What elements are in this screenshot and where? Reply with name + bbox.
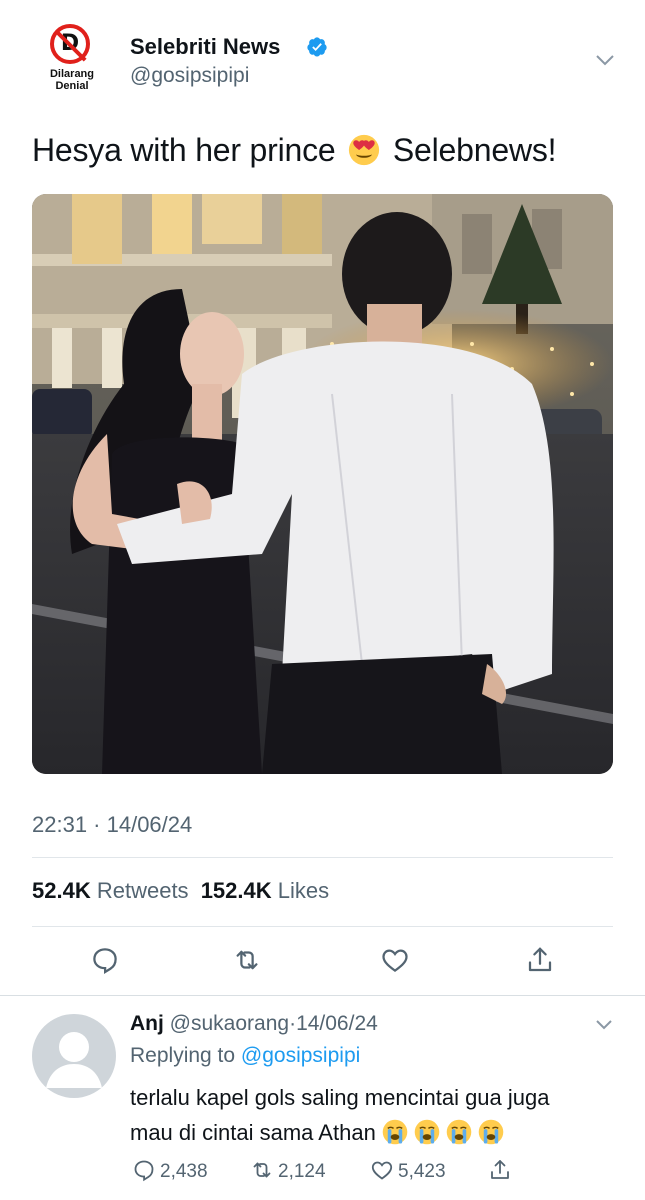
- tweet-timestamp[interactable]: 22:31 · 14/06/24: [32, 812, 192, 838]
- reply-icon: [134, 1160, 154, 1182]
- crying-face-emoji-icon: [446, 1119, 472, 1145]
- reply-text-line1: terlalu kapel gols saling mencintai gua …: [130, 1085, 550, 1110]
- reply-retweet-count: 2,124: [278, 1161, 326, 1182]
- couple-photo-illustration: [32, 194, 613, 774]
- reply-share-action[interactable]: [488, 1158, 516, 1183]
- tweet-stats: 52.4K Retweets 152.4K Likes: [32, 878, 329, 904]
- crying-face-emoji-icon: [382, 1119, 408, 1145]
- heart-eyes-emoji-icon: [349, 134, 380, 166]
- tweet-text-part1: Hesya with her prince: [32, 132, 336, 168]
- reply-like-count: 5,423: [398, 1161, 446, 1182]
- tweet-text-part2: Selebnews!: [392, 132, 557, 168]
- logo-caption-line2: Denial: [55, 80, 89, 92]
- dot-separator: ·: [289, 1012, 297, 1035]
- reply-author-handle[interactable]: @sukaorang: [170, 1012, 289, 1035]
- section-divider: [0, 995, 645, 996]
- like-icon[interactable]: [380, 945, 410, 975]
- reply-reply-action[interactable]: 2,438: [132, 1158, 208, 1183]
- tweet-text: Hesya with her prince Selebnews!: [32, 132, 557, 169]
- reply-text-line2: mau di cintai sama Athan: [130, 1120, 376, 1145]
- replying-to-link[interactable]: @gosipsipipi: [241, 1044, 360, 1067]
- default-avatar-icon: [46, 1032, 102, 1088]
- account-name[interactable]: Selebriti News: [130, 34, 280, 60]
- reply-like-action[interactable]: 5,423: [370, 1158, 446, 1183]
- reply-reply-count: 2,438: [160, 1161, 208, 1182]
- crying-face-emoji-icon: [414, 1119, 440, 1145]
- logo-caption: Dilarang Denial: [44, 68, 100, 92]
- divider: [32, 926, 613, 927]
- chevron-down-icon[interactable]: [594, 1018, 614, 1032]
- reply-date[interactable]: 14/06/24: [296, 1012, 378, 1035]
- replying-to: Replying to @gosipsipipi: [130, 1044, 360, 1068]
- crying-face-emoji-icon: [478, 1119, 504, 1145]
- likes-count[interactable]: 152.4K: [201, 878, 272, 903]
- avatar[interactable]: [32, 1014, 116, 1098]
- reply-retweet-action[interactable]: 2,124: [250, 1158, 326, 1183]
- tweet-photo[interactable]: [32, 194, 613, 774]
- likes-label[interactable]: Likes: [278, 878, 329, 903]
- retweet-icon: [253, 1162, 271, 1178]
- reply-icon[interactable]: [90, 945, 120, 975]
- reply-header: Anj @sukaorang·14/06/24: [130, 1012, 378, 1036]
- reply-author-name[interactable]: Anj: [130, 1012, 164, 1035]
- crying-emoji-group: [382, 1119, 510, 1145]
- reply-text: terlalu kapel gols saling mencintai gua …: [130, 1080, 630, 1150]
- account-handle[interactable]: @gosipsipipi: [130, 64, 249, 88]
- no-denial-icon: D: [50, 24, 90, 64]
- verified-badge-icon: [307, 37, 327, 57]
- share-icon[interactable]: [525, 945, 555, 975]
- retweets-count[interactable]: 52.4K: [32, 878, 91, 903]
- logo-caption-line1: Dilarang: [49, 68, 94, 80]
- like-icon: [371, 1161, 393, 1180]
- replying-prefix: Replying to: [130, 1044, 236, 1067]
- retweets-label[interactable]: Retweets: [97, 878, 189, 903]
- share-icon: [491, 1160, 509, 1179]
- retweet-icon[interactable]: [232, 945, 262, 975]
- chevron-down-icon[interactable]: [594, 52, 616, 68]
- divider: [32, 857, 613, 858]
- account-logo[interactable]: D Dilarang Denial: [46, 24, 102, 96]
